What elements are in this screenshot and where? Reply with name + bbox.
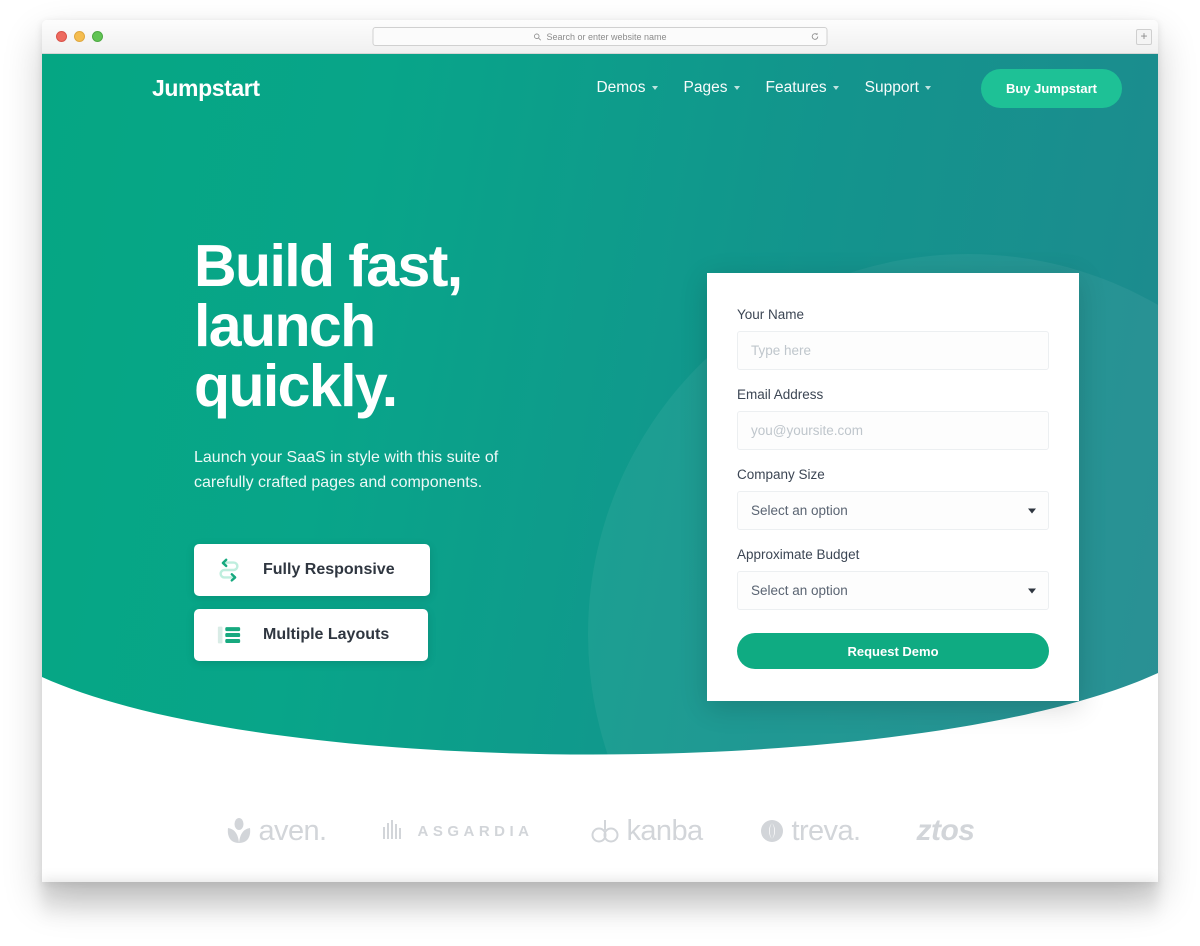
field-your-name: Your Name <box>737 307 1049 370</box>
chevron-down-icon <box>651 86 658 90</box>
reload-icon[interactable] <box>811 32 820 41</box>
minimize-window-button[interactable] <box>74 31 85 42</box>
nav-links: Demos Pages Features Support Buy Jumpsta… <box>596 68 1122 108</box>
client-logo-ztos: ztos <box>916 814 975 848</box>
chevron-down-icon <box>924 86 931 90</box>
maximize-window-button[interactable] <box>92 31 103 42</box>
new-tab-button[interactable]: + <box>1136 28 1152 45</box>
kanba-rings-icon <box>591 820 618 843</box>
nav-item-features-label: Features <box>765 79 827 96</box>
nav-item-support[interactable]: Support <box>865 79 931 97</box>
client-logo-label: ASGARDIA <box>417 822 534 840</box>
address-bar-placeholder: Search or enter website name <box>546 31 667 42</box>
your-name-input[interactable] <box>737 331 1049 370</box>
company-size-select[interactable]: Select an option <box>737 491 1049 530</box>
window-controls <box>56 31 103 42</box>
window-drop-shadow <box>42 880 1158 922</box>
client-logo-treva: treva. <box>759 815 861 848</box>
hero-subheadline: Launch your SaaS in style with this suit… <box>194 448 499 492</box>
hero-content: Build fast, launch quickly. Launch your … <box>194 236 594 662</box>
site-navbar: Jumpstart Demos Pages Features Support B… <box>42 54 1158 122</box>
company-size-select-wrapper: Select an option <box>737 491 1049 530</box>
headline-line-1: Build fast, <box>194 233 463 299</box>
company-size-selected-value: Select an option <box>751 503 848 518</box>
field-approximate-budget: Approximate Budget Select an option <box>737 547 1049 610</box>
client-logo-kanba: kanba <box>590 815 703 848</box>
headline-line-3: quickly. <box>194 353 398 420</box>
nav-item-demos-label: Demos <box>596 79 646 96</box>
field-label-your-name: Your Name <box>737 307 805 322</box>
chevron-down-icon <box>832 86 839 90</box>
feature-card-label: Fully Responsive <box>263 561 395 579</box>
treva-circle-icon <box>760 820 783 842</box>
search-icon <box>534 33 541 41</box>
close-window-button[interactable] <box>56 31 67 42</box>
approximate-budget-selected-value: Select an option <box>751 583 848 598</box>
headline-line-2: launch <box>194 293 376 360</box>
field-email-address: Email Address <box>737 387 1049 450</box>
nav-item-features[interactable]: Features <box>766 79 839 97</box>
page-viewport: Jumpstart Demos Pages Features Support B… <box>42 54 1158 882</box>
nav-item-support-label: Support <box>864 79 919 96</box>
nav-item-pages-label: Pages <box>683 79 728 96</box>
client-logo-strip: aven. ASGARDIA kanba treva. ztos <box>42 814 1158 848</box>
approximate-budget-select-wrapper: Select an option <box>737 571 1049 610</box>
field-label-approximate-budget: Approximate Budget <box>737 547 860 562</box>
demo-request-form: Your Name Email Address Company Size Sel… <box>707 273 1079 701</box>
chevron-down-icon <box>1028 588 1036 593</box>
request-demo-button[interactable]: Request Demo <box>737 633 1049 669</box>
browser-titlebar: Search or enter website name + <box>42 20 1158 54</box>
chevron-down-icon <box>1028 508 1036 513</box>
client-logo-label: aven. <box>258 814 328 847</box>
browser-window: Search or enter website name + Jumpstart… <box>42 20 1158 882</box>
responsive-arrows-icon <box>219 558 239 582</box>
field-label-company-size: Company Size <box>737 467 825 482</box>
nav-item-pages[interactable]: Pages <box>684 79 740 97</box>
buy-jumpstart-button[interactable]: Buy Jumpstart <box>980 68 1122 108</box>
client-logo-label: kanba <box>626 814 704 847</box>
aven-leaf-icon <box>227 818 250 843</box>
hero-feature-cards: Fully Responsive Multiple Layouts <box>194 544 594 662</box>
client-logo-label: ztos <box>916 814 975 847</box>
feature-card-multiple-layouts[interactable]: Multiple Layouts <box>194 609 428 662</box>
feature-card-label: Multiple Layouts <box>263 626 390 644</box>
email-address-input[interactable] <box>737 411 1049 450</box>
chevron-down-icon <box>733 86 740 90</box>
site-logo[interactable]: Jumpstart <box>152 75 260 102</box>
layouts-icon <box>217 626 241 644</box>
client-logo-asgardia: ASGARDIA <box>382 818 533 844</box>
approximate-budget-select[interactable]: Select an option <box>737 571 1049 610</box>
address-bar-content: Search or enter website name <box>533 31 667 42</box>
address-bar[interactable]: Search or enter website name <box>372 27 828 46</box>
nav-item-demos[interactable]: Demos <box>596 79 658 97</box>
field-company-size: Company Size Select an option <box>737 467 1049 530</box>
field-label-email-address: Email Address <box>737 387 824 402</box>
hero-headline: Build fast, launch quickly. <box>194 236 594 417</box>
client-logo-aven: aven. <box>226 815 327 848</box>
feature-card-fully-responsive[interactable]: Fully Responsive <box>194 544 430 597</box>
client-logo-label: treva. <box>791 814 862 847</box>
asgardia-bars-icon <box>383 820 402 839</box>
